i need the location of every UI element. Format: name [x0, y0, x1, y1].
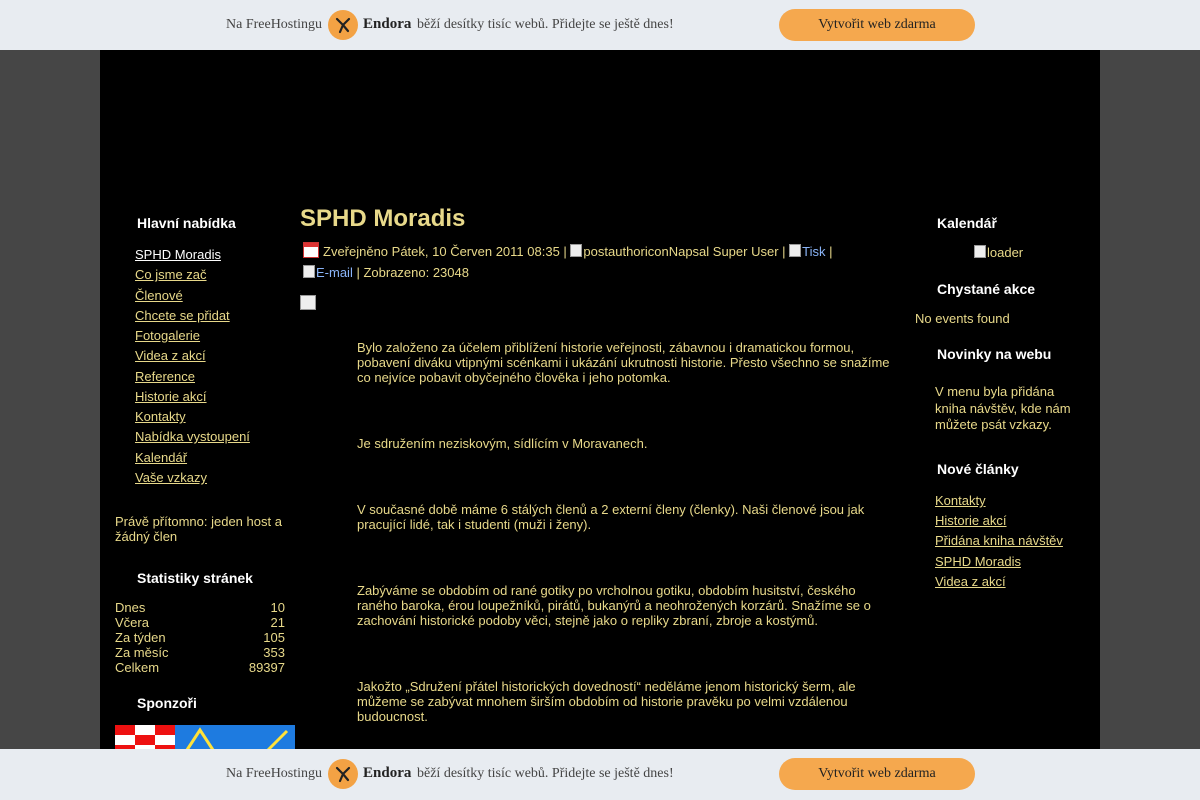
- author-icon: postauthoricon: [570, 241, 669, 262]
- hosting-banner-bottom: Na FreeHostingu Endora běží desítky tisí…: [0, 749, 1200, 800]
- menu-item-fotogalerie[interactable]: Fotogalerie: [135, 328, 200, 343]
- stat-row-yesterday: Včera 21: [115, 615, 285, 630]
- main-menu-title: Hlavní nabídka: [137, 215, 236, 231]
- menu-item-chcete-se-pridat[interactable]: Chcete se přidat: [135, 308, 230, 323]
- page-container: Hlavní nabídka SPHD Moradis Co jsme zač …: [100, 50, 1100, 800]
- article-paragraph: V současné době máme 6 stálých členů a 2…: [357, 502, 865, 532]
- who-is-online: Právě přítomno: jeden host a žádný člen: [115, 514, 282, 544]
- view-count: | Zobrazeno: 23048: [356, 265, 469, 280]
- banner-brand[interactable]: Endora: [363, 16, 411, 33]
- article-paragraph: Jakožto „Sdružení přátel historických do…: [357, 679, 856, 724]
- new-article-videa[interactable]: Videa z akcí: [935, 574, 1006, 589]
- banner-text-after: běží desítky tisíc webů. Přidejte se ješ…: [417, 766, 674, 781]
- stats-title: Statistiky stránek: [137, 570, 253, 586]
- calendar-title: Kalendář: [937, 215, 997, 231]
- menu-item-reference[interactable]: Reference: [135, 369, 195, 384]
- stat-label: Včera: [115, 615, 149, 630]
- menu-item-vase-vzkazy[interactable]: Vaše vzkazy: [135, 470, 207, 485]
- article-meta: Zveřejněno Pátek, 10 Červen 2011 08:35 |…: [303, 241, 853, 283]
- news-text: V menu byla přidána kniha návštěv, kde n…: [935, 384, 1071, 432]
- stat-label: Za týden: [115, 630, 166, 645]
- meta-separator: |: [829, 244, 833, 259]
- article-title: SPHD Moradis: [300, 205, 466, 232]
- endora-logo-icon[interactable]: [328, 759, 358, 789]
- article-paragraph: Bylo založeno za účelem přiblížení histo…: [357, 340, 890, 385]
- author-text: Napsal Super User |: [668, 244, 786, 259]
- stat-label: Dnes: [115, 600, 146, 615]
- news-title: Novinky na webu: [937, 346, 1052, 362]
- banner-text-after: běží desítky tisíc webů. Přidejte se ješ…: [417, 17, 674, 32]
- stat-row-total: Celkem 89397: [115, 660, 285, 675]
- new-article-kniha-navstev[interactable]: Přidána kniha návštěv: [935, 533, 1063, 548]
- stat-value: 353: [263, 645, 285, 660]
- menu-item-videa[interactable]: Videa z akcí: [135, 348, 206, 363]
- stat-label: Celkem: [115, 660, 160, 675]
- stat-row-month: Za měsíc 353: [115, 645, 285, 660]
- new-article-sphd-moradis[interactable]: SPHD Moradis: [935, 554, 1021, 569]
- menu-item-kalendar[interactable]: Kalendář: [135, 450, 187, 465]
- stat-value: 89397: [248, 660, 285, 675]
- sponsors-title: Sponzoři: [137, 695, 197, 711]
- article-paragraph: Zabýváme se obdobím od rané gotiky po vr…: [357, 583, 871, 628]
- banner-brand[interactable]: Endora: [363, 765, 411, 782]
- stat-row-week: Za týden 105: [115, 630, 285, 645]
- menu-item-clenove[interactable]: Členové: [135, 288, 183, 303]
- stat-value: 105: [263, 630, 285, 645]
- menu-item-sphd-moradis[interactable]: SPHD Moradis: [135, 247, 221, 262]
- stat-value: 21: [270, 615, 285, 630]
- upcoming-events-title: Chystané akce: [937, 281, 1036, 297]
- new-article-kontakty[interactable]: Kontakty: [935, 493, 986, 508]
- broken-image-icon: [300, 295, 316, 310]
- menu-item-historie-akci[interactable]: Historie akcí: [135, 389, 207, 404]
- published-date: Zveřejněno Pátek, 10 Červen 2011 08:35 |: [323, 244, 567, 259]
- create-web-button[interactable]: Vytvořit web zdarma: [779, 758, 975, 790]
- stat-value: 10: [270, 600, 285, 615]
- stat-label: Za měsíc: [115, 645, 169, 660]
- calendar-icon: [303, 242, 319, 258]
- hosting-banner-top: Na FreeHostingu Endora běží desítky tisí…: [0, 0, 1200, 50]
- endora-logo-icon[interactable]: [328, 10, 358, 40]
- print-icon[interactable]: Tisk: [789, 241, 826, 262]
- banner-text-before: Na FreeHostingu: [226, 766, 323, 781]
- article-paragraph: Je sdružením neziskovým, sídlícím v Mora…: [357, 436, 648, 451]
- menu-item-kontakty[interactable]: Kontakty: [135, 409, 186, 424]
- menu-item-nabidka-vystoupeni[interactable]: Nabídka vystoupení: [135, 429, 250, 444]
- create-web-button[interactable]: Vytvořit web zdarma: [779, 9, 975, 41]
- stat-row-today: Dnes 10: [115, 600, 285, 615]
- new-articles-title: Nové články: [937, 461, 1019, 477]
- new-article-historie-akci[interactable]: Historie akcí: [935, 513, 1007, 528]
- no-events-text: No events found: [915, 311, 1010, 326]
- email-icon[interactable]: E-mail: [303, 262, 353, 283]
- banner-text-before: Na FreeHostingu: [226, 17, 323, 32]
- menu-item-co-jsme-zac[interactable]: Co jsme zač: [135, 267, 207, 282]
- loader-icon: loader: [974, 245, 1023, 260]
